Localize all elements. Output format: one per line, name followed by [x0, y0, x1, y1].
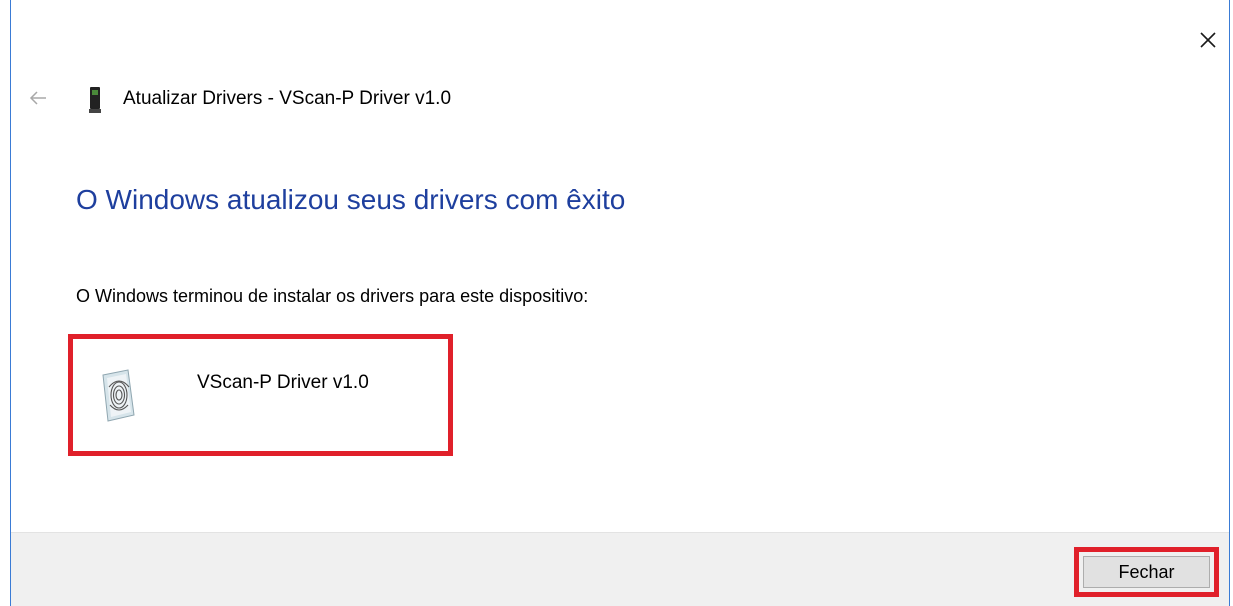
install-description: O Windows terminou de instalar os driver…	[76, 286, 589, 306]
close-dialog-button[interactable]: Fechar	[1083, 556, 1210, 588]
success-heading: O Windows atualizou seus drivers com êxi…	[76, 184, 626, 215]
close-icon	[1200, 32, 1216, 48]
window-border-left	[10, 0, 11, 606]
dialog-footer	[11, 532, 1229, 606]
window-close-button[interactable]	[1188, 20, 1228, 60]
back-button[interactable]	[26, 86, 50, 110]
window-border-right	[1229, 0, 1230, 606]
dialog-title: Atualizar Drivers - VScan-P Driver v1.0	[123, 88, 452, 109]
device-name: VScan-P Driver v1.0	[197, 372, 369, 393]
device-icon	[89, 87, 101, 113]
driver-update-window: Atualizar Drivers - VScan-P Driver v1.0 …	[0, 0, 1233, 606]
back-arrow-icon	[29, 91, 46, 105]
fingerprint-icon	[102, 369, 135, 422]
